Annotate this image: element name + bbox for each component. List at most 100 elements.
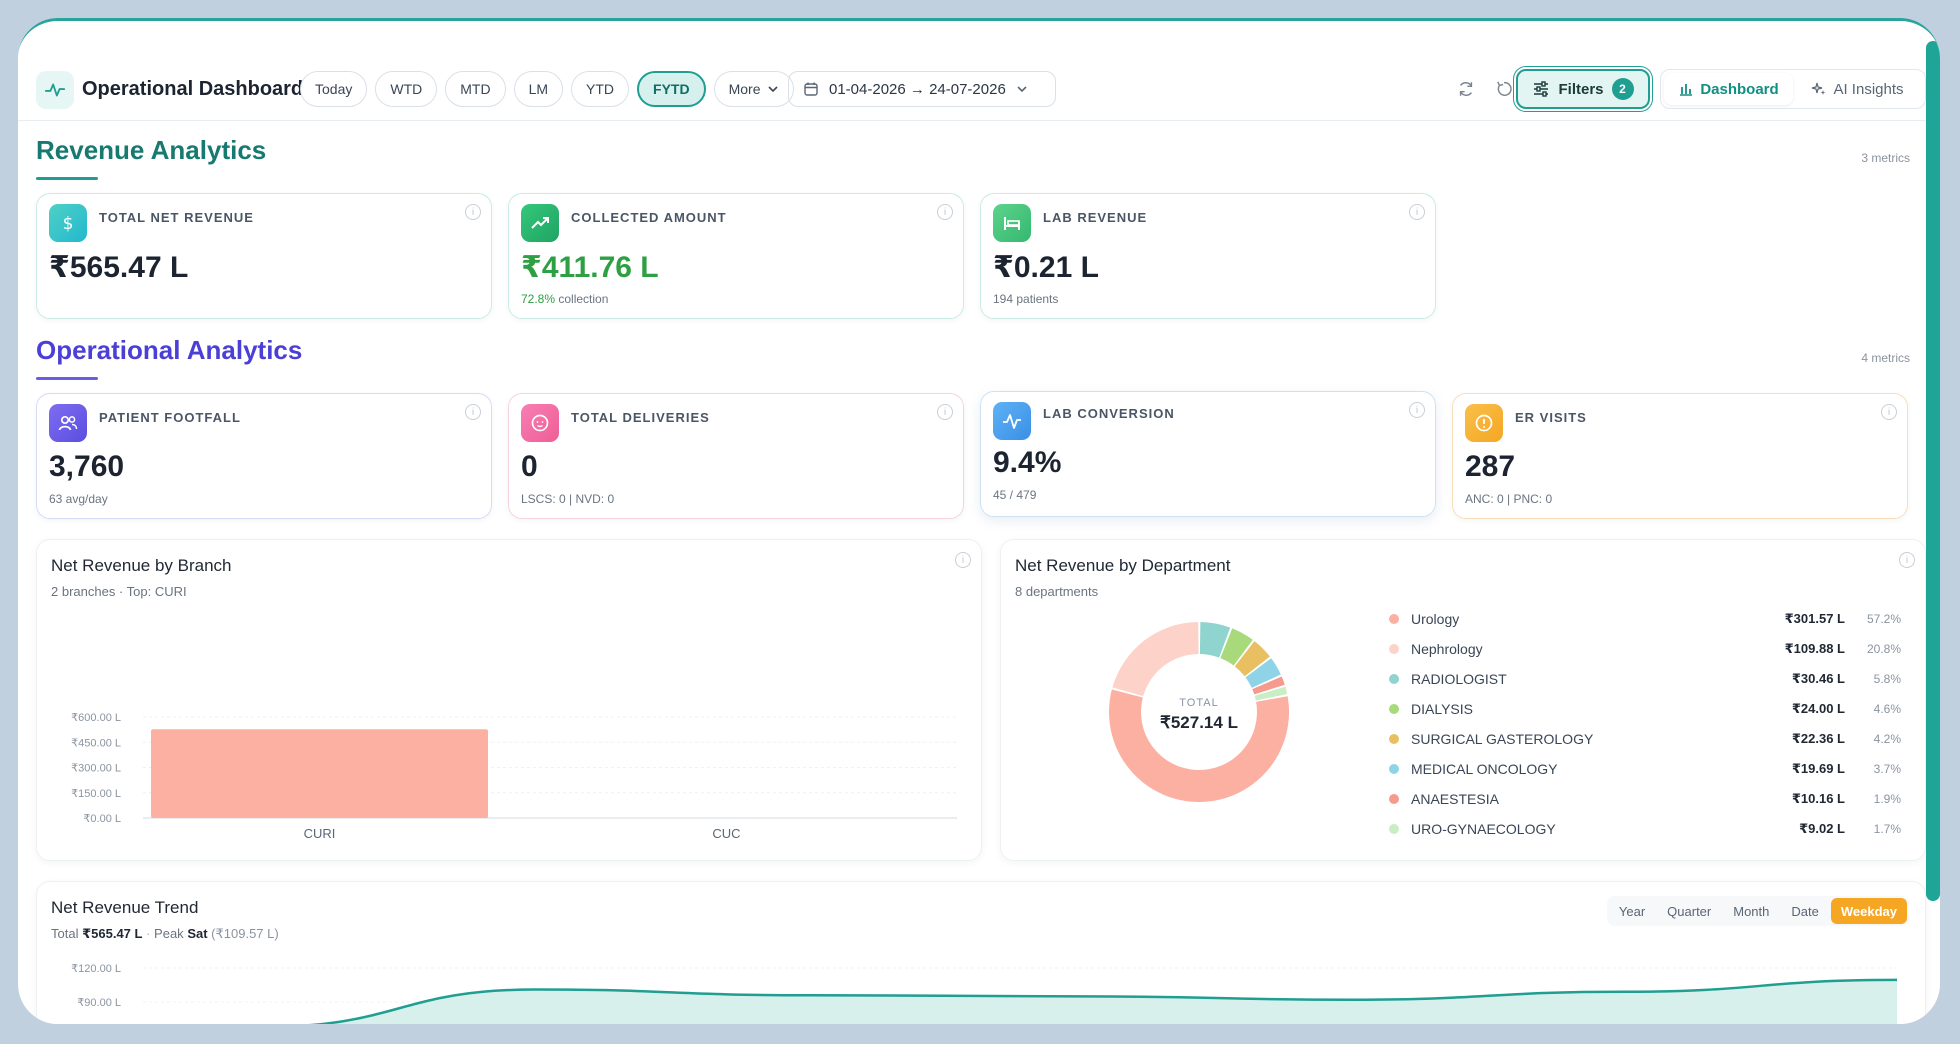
info-icon[interactable]: i bbox=[937, 204, 953, 220]
dashboard-view-label: Dashboard bbox=[1700, 80, 1779, 98]
legend-value: ₹109.88 L bbox=[1784, 641, 1845, 656]
chevron-down-icon bbox=[767, 86, 778, 93]
kpi-value: 3,760 bbox=[49, 450, 125, 483]
kpi-sub: 45 / 479 bbox=[993, 488, 1037, 502]
dashboard-view-button[interactable]: Dashboard bbox=[1664, 73, 1793, 105]
legend-item[interactable]: ANAESTESIA ₹10.16 L 1.9% bbox=[1389, 788, 1901, 810]
kpi-value: ₹0.21 L bbox=[993, 251, 1099, 284]
legend-item[interactable]: Nephrology ₹109.88 L 20.8% bbox=[1389, 638, 1901, 660]
period-mtd-button[interactable]: MTD bbox=[445, 71, 506, 107]
view-toggle: Dashboard AI Insights bbox=[1660, 69, 1926, 109]
legend-percent: 5.8% bbox=[1873, 672, 1901, 686]
page-title: Operational Dashboard bbox=[82, 78, 304, 100]
kpi-sub: 72.8% collection bbox=[521, 292, 608, 306]
kpi-value: 287 bbox=[1465, 450, 1516, 483]
legend-item[interactable]: MEDICAL ONCOLOGY ₹19.69 L 3.7% bbox=[1389, 758, 1901, 780]
filters-button[interactable]: Filters 2 bbox=[1516, 69, 1650, 109]
ai-insights-view-button[interactable]: AI Insights bbox=[1793, 73, 1922, 105]
legend-item[interactable]: Urology ₹301.57 L 57.2% bbox=[1389, 608, 1901, 630]
kpi-sub: 63 avg/day bbox=[49, 492, 108, 506]
legend-item[interactable]: RADIOLOGIST ₹30.46 L 5.8% bbox=[1389, 668, 1901, 690]
users-icon bbox=[49, 404, 87, 442]
kpi-lab-conversion[interactable]: LAB CONVERSION 9.4% 45 / 479 i bbox=[980, 391, 1436, 517]
legend-swatch bbox=[1389, 734, 1399, 744]
period-fytd-button[interactable]: FYTD bbox=[637, 71, 706, 107]
kpi-sub: 194 patients bbox=[993, 292, 1059, 306]
chevron-down-icon bbox=[1017, 86, 1027, 93]
card-title: Net Revenue by Department bbox=[1015, 556, 1231, 575]
legend-swatch bbox=[1389, 824, 1399, 834]
y-tick-label: ₹300.00 L bbox=[71, 763, 121, 775]
legend-percent: 1.7% bbox=[1873, 822, 1901, 836]
scrollbar[interactable] bbox=[1926, 41, 1940, 901]
kpi-total-net-revenue[interactable]: $ TOTAL NET REVENUE ₹565.47 L i bbox=[36, 193, 492, 319]
operational-section-meta: 4 metrics bbox=[1861, 351, 1910, 365]
kpi-patient-footfall[interactable]: PATIENT FOOTFALL 3,760 63 avg/day i bbox=[36, 393, 492, 519]
legend-item[interactable]: DIALYSIS ₹24.00 L 4.6% bbox=[1389, 698, 1901, 720]
x-tick-label: CURI bbox=[304, 826, 336, 841]
donut-slice[interactable] bbox=[1112, 622, 1199, 697]
app-frame: Operational Dashboard Today WTD MTD LM Y… bbox=[18, 18, 1940, 1024]
legend-value: ₹10.16 L bbox=[1791, 791, 1845, 806]
legend-label: DIALYSIS bbox=[1411, 701, 1473, 717]
kpi-value: ₹411.76 L bbox=[521, 251, 659, 284]
legend-label: ANAESTESIA bbox=[1411, 791, 1499, 807]
info-icon[interactable]: i bbox=[1409, 402, 1425, 418]
y-tick-label: ₹120.00 L bbox=[71, 963, 121, 975]
sparkles-icon bbox=[1812, 82, 1826, 95]
period-wtd-button[interactable]: WTD bbox=[375, 71, 438, 107]
legend-value: ₹24.00 L bbox=[1791, 701, 1845, 716]
kpi-lab-revenue[interactable]: LAB REVENUE ₹0.21 L 194 patients i bbox=[980, 193, 1436, 319]
y-tick-label: ₹600.00 L bbox=[71, 712, 121, 724]
y-tick-label: ₹0.00 L bbox=[83, 813, 121, 825]
legend-value: ₹30.46 L bbox=[1791, 671, 1845, 686]
period-today-button[interactable]: Today bbox=[300, 71, 368, 107]
y-tick-label: ₹450.00 L bbox=[71, 737, 121, 749]
refresh-icon[interactable] bbox=[1454, 77, 1478, 101]
y-tick-label: ₹150.00 L bbox=[71, 788, 121, 800]
more-periods-button[interactable]: More bbox=[713, 71, 794, 107]
collection-text: collection bbox=[558, 292, 609, 306]
ai-insights-view-label: AI Insights bbox=[1833, 80, 1904, 98]
legend-swatch bbox=[1389, 764, 1399, 774]
pulse-logo-icon bbox=[36, 71, 74, 109]
branch-bar-chart: ₹0.00 L ₹150.00 L ₹300.00 L ₹450.00 L ₹600.0… bbox=[71, 712, 957, 841]
kpi-total-deliveries[interactable]: TOTAL DELIVERIES 0 LSCS: 0 | NVD: 0 i bbox=[508, 393, 964, 519]
legend-item[interactable]: SURGICAL GASTEROLOGY ₹22.36 L 4.2% bbox=[1389, 728, 1901, 750]
reset-icon[interactable] bbox=[1492, 77, 1516, 101]
legend-item[interactable]: URO-GYNAECOLOGY ₹9.02 L 1.7% bbox=[1389, 818, 1901, 840]
legend-swatch bbox=[1389, 794, 1399, 804]
bar-curi[interactable] bbox=[151, 729, 488, 818]
legend-label: MEDICAL ONCOLOGY bbox=[1411, 761, 1558, 777]
legend-swatch bbox=[1389, 614, 1399, 624]
revenue-section-title: Revenue Analytics bbox=[36, 135, 267, 165]
period-lm-button[interactable]: LM bbox=[513, 71, 564, 107]
legend-value: ₹19.69 L bbox=[1791, 761, 1845, 776]
filters-label: Filters bbox=[1558, 80, 1604, 98]
collection-percent: 72.8% bbox=[521, 292, 556, 306]
info-icon[interactable]: i bbox=[465, 404, 481, 420]
x-tick-label: CUC bbox=[712, 826, 740, 841]
info-icon[interactable]: i bbox=[1409, 204, 1425, 220]
info-icon[interactable]: i bbox=[1881, 404, 1897, 420]
legend-label: Urology bbox=[1411, 611, 1460, 627]
legend-percent: 3.7% bbox=[1873, 762, 1901, 776]
kpi-label: PATIENT FOOTFALL bbox=[99, 410, 241, 425]
kpi-er-visits[interactable]: ER VISITS 287 ANC: 0 | PNC: 0 i bbox=[1452, 393, 1908, 519]
date-range-picker[interactable]: 01-04-2026 → 24-07-2026 bbox=[788, 71, 1056, 107]
kpi-sub: ANC: 0 | PNC: 0 bbox=[1465, 492, 1553, 506]
branch-revenue-card: Net Revenue by Branch 2 branches · Top: … bbox=[36, 539, 982, 861]
info-icon[interactable]: i bbox=[937, 404, 953, 420]
kpi-label: TOTAL DELIVERIES bbox=[571, 410, 710, 425]
info-icon[interactable]: i bbox=[465, 204, 481, 220]
bed-icon bbox=[993, 204, 1031, 242]
kpi-collected-amount[interactable]: COLLECTED AMOUNT ₹411.76 L 72.8% collect… bbox=[508, 193, 964, 319]
svg-text:$: $ bbox=[63, 214, 74, 234]
y-tick-label: ₹90.00 L bbox=[77, 997, 121, 1009]
info-icon[interactable]: i bbox=[1899, 552, 1915, 568]
legend-percent: 57.2% bbox=[1866, 612, 1901, 626]
legend-value: ₹301.57 L bbox=[1784, 611, 1845, 626]
revenue-trend-area-chart: ₹90.00 L ₹120.00 L bbox=[71, 963, 1898, 1024]
revenue-section-underline bbox=[36, 177, 98, 180]
period-ytd-button[interactable]: YTD bbox=[571, 71, 630, 107]
